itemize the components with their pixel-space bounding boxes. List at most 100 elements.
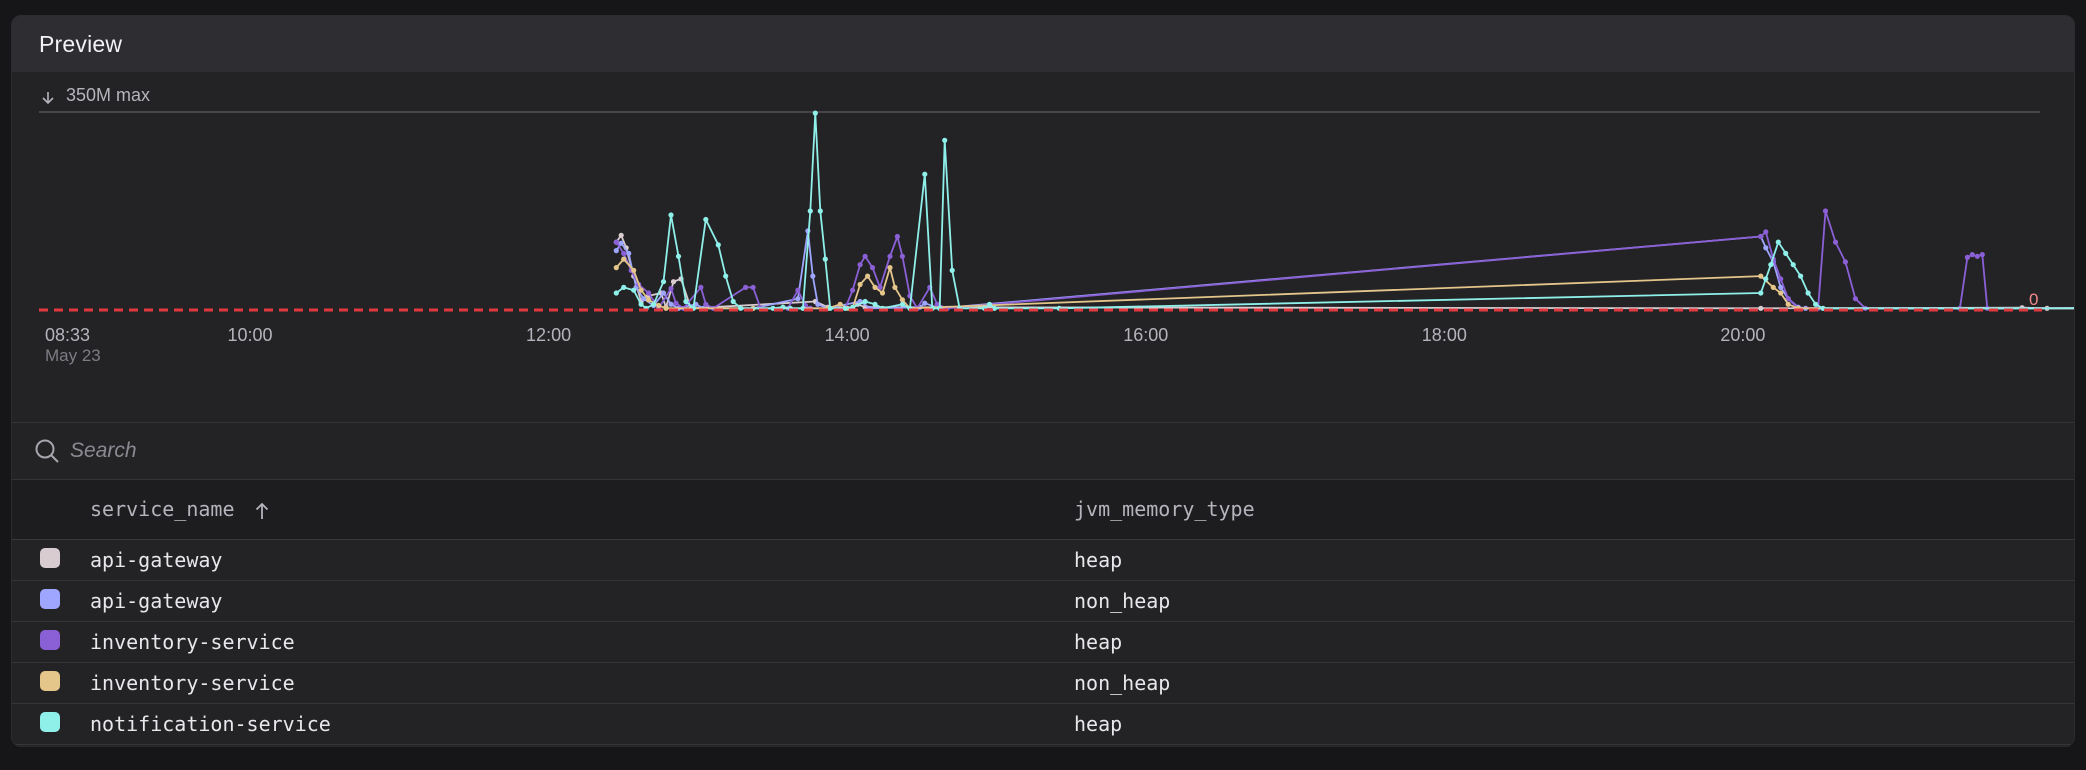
service-name-cell: inventory-service bbox=[90, 621, 1074, 663]
data-point bbox=[1768, 262, 1774, 268]
data-point bbox=[986, 301, 993, 307]
table-header-row: service_name jvm_memory_type bbox=[12, 480, 2074, 540]
column-header-service-name[interactable]: service_name bbox=[90, 480, 1074, 540]
data-point bbox=[1832, 239, 1839, 245]
series-table: service_name jvm_memory_type api-gateway… bbox=[12, 480, 2074, 745]
data-point bbox=[949, 267, 955, 273]
data-point bbox=[822, 256, 828, 262]
memory-type-cell: non_heap bbox=[1074, 580, 2074, 622]
x-tick-label: 16:00 bbox=[1123, 325, 1168, 345]
column-header-jvm-memory-type[interactable]: jvm_memory_type bbox=[1074, 480, 2074, 540]
data-point bbox=[887, 253, 893, 259]
data-point bbox=[1842, 259, 1848, 265]
data-point bbox=[1979, 252, 1985, 258]
table-row[interactable]: inventory-service heap bbox=[12, 621, 2074, 663]
data-point bbox=[850, 287, 856, 293]
data-point bbox=[631, 287, 637, 293]
data-point bbox=[1758, 290, 1764, 296]
data-point bbox=[621, 250, 627, 256]
panel-header: Preview bbox=[12, 16, 2074, 72]
data-point bbox=[887, 265, 893, 271]
data-point bbox=[862, 298, 868, 305]
data-point bbox=[1852, 296, 1858, 302]
data-point bbox=[703, 301, 709, 307]
data-point bbox=[899, 297, 906, 303]
data-point bbox=[1758, 233, 1764, 240]
data-point bbox=[668, 301, 674, 307]
search-icon bbox=[32, 436, 62, 466]
service-name-cell: inventory-service bbox=[90, 662, 1074, 704]
data-point bbox=[646, 290, 652, 296]
data-point bbox=[618, 240, 624, 246]
series-color-swatch bbox=[40, 712, 60, 732]
data-point bbox=[656, 302, 662, 309]
x-tick-label: 12:00 bbox=[526, 325, 571, 345]
data-point bbox=[613, 290, 619, 296]
data-point bbox=[857, 281, 863, 288]
data-point bbox=[1763, 229, 1769, 235]
data-point bbox=[810, 273, 816, 279]
search-bar[interactable] bbox=[12, 422, 2074, 480]
max-indicator: 350M max bbox=[42, 85, 150, 105]
data-point bbox=[1813, 301, 1819, 307]
data-point bbox=[837, 301, 843, 307]
data-point bbox=[842, 305, 848, 311]
table-row[interactable]: api-gateway heap bbox=[12, 539, 2074, 581]
data-point bbox=[683, 298, 689, 305]
memory-type-cell: non_heap bbox=[1074, 662, 2074, 704]
data-point bbox=[738, 305, 744, 311]
data-point bbox=[1822, 208, 1829, 214]
zero-label: 0 bbox=[2029, 290, 2038, 309]
data-point bbox=[613, 248, 619, 254]
data-point bbox=[698, 284, 704, 290]
series-0[interactable] bbox=[613, 139, 2075, 311]
table-row[interactable]: api-gateway non_heap bbox=[12, 580, 2074, 622]
x-tick-label: 14:00 bbox=[825, 325, 870, 345]
search-input[interactable] bbox=[70, 439, 670, 463]
x-tick-date-label: May 23 bbox=[45, 346, 101, 365]
data-point bbox=[922, 171, 928, 177]
data-point bbox=[899, 253, 906, 259]
data-point bbox=[795, 287, 801, 293]
series-line bbox=[615, 234, 2074, 310]
service-name-cell: api-gateway bbox=[90, 539, 1074, 581]
series-4[interactable] bbox=[613, 110, 2075, 311]
data-point bbox=[651, 301, 657, 307]
data-point bbox=[1790, 262, 1796, 268]
data-point bbox=[892, 284, 898, 290]
series-color-swatch bbox=[40, 671, 60, 691]
service-name-cell: api-gateway bbox=[90, 580, 1074, 622]
data-point bbox=[730, 298, 736, 305]
series-color-swatch bbox=[40, 630, 60, 650]
data-point bbox=[1778, 276, 1784, 282]
series-color-swatch bbox=[40, 548, 60, 568]
data-point bbox=[1778, 290, 1784, 296]
series-line bbox=[615, 210, 2074, 310]
data-point bbox=[1770, 284, 1776, 290]
table-row[interactable]: inventory-service non_heap bbox=[12, 662, 2074, 704]
x-tick-label: 18:00 bbox=[1422, 325, 1467, 345]
service-name-cell: notification-service bbox=[90, 703, 1074, 745]
data-point bbox=[715, 242, 721, 248]
data-point bbox=[750, 284, 756, 290]
data-point bbox=[1969, 252, 1975, 258]
table-row[interactable]: notification-service heap bbox=[12, 703, 2074, 745]
data-point bbox=[621, 256, 627, 262]
data-point bbox=[1974, 253, 1980, 259]
data-point bbox=[857, 262, 863, 268]
data-point bbox=[942, 137, 948, 143]
data-point bbox=[1758, 273, 1764, 279]
memory-type-cell: heap bbox=[1074, 703, 2074, 745]
x-tick-label: 20:00 bbox=[1720, 325, 1765, 345]
arrow-down-icon bbox=[42, 92, 54, 105]
time-series-chart[interactable]: 350M max 0 08:33May 23 10:00 12:00 14:00 16:… bbox=[12, 72, 2075, 422]
data-point bbox=[646, 297, 652, 303]
sort-ascending-icon[interactable] bbox=[255, 502, 269, 520]
data-point bbox=[807, 208, 813, 214]
data-point bbox=[663, 305, 669, 311]
chart-area[interactable]: 350M max 0 08:33 May 23 10:00 12:00 14:00 16:… bbox=[12, 72, 2074, 422]
data-point bbox=[872, 284, 878, 290]
data-point bbox=[673, 300, 679, 306]
panel-title: Preview bbox=[39, 30, 123, 57]
series-2[interactable] bbox=[613, 208, 2075, 311]
